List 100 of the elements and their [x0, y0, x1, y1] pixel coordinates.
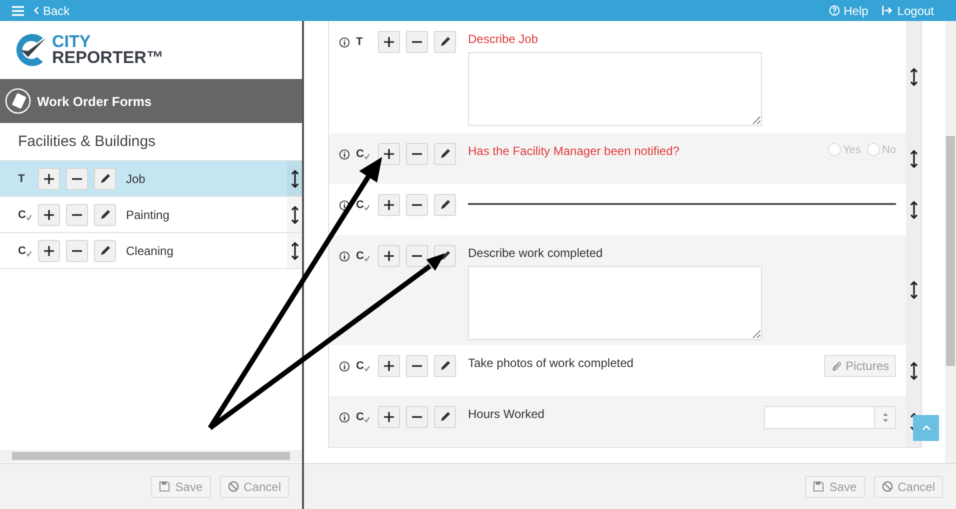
- reorder-icon[interactable]: [910, 281, 918, 299]
- logo-text: CITY: [52, 34, 92, 50]
- plus-icon: [384, 200, 394, 210]
- reorder-icon[interactable]: [290, 170, 298, 188]
- edit-button[interactable]: [434, 194, 456, 216]
- reorder-icon[interactable]: [910, 150, 918, 168]
- field-label: Describe Job: [468, 31, 538, 46]
- help-icon: [828, 5, 840, 16]
- pencil-icon: [439, 148, 451, 160]
- field-type-label: C: [18, 208, 32, 220]
- save-button[interactable]: Save: [151, 476, 211, 498]
- remove-button[interactable]: [406, 143, 428, 165]
- info-icon[interactable]: [339, 250, 350, 262]
- pencil-icon: [439, 360, 451, 372]
- info-icon[interactable]: [339, 360, 350, 372]
- field-type-label: C: [356, 360, 370, 372]
- pencil-icon: [439, 36, 451, 48]
- info-icon[interactable]: [339, 200, 350, 210]
- reorder-icon[interactable]: [910, 362, 918, 380]
- reorder-icon[interactable]: [910, 200, 918, 218]
- form-name: Painting: [126, 208, 170, 222]
- plus-icon: [384, 361, 394, 371]
- pencil-icon: [439, 199, 451, 211]
- add-button[interactable]: [38, 240, 60, 262]
- back-link[interactable]: Back: [34, 4, 70, 18]
- chevron-left-icon: [34, 6, 39, 15]
- add-button[interactable]: [38, 168, 60, 190]
- plus-icon: [384, 251, 394, 261]
- remove-button[interactable]: [406, 245, 428, 267]
- remove-button[interactable]: [406, 355, 428, 377]
- add-button[interactable]: [378, 31, 400, 53]
- plus-icon: [44, 174, 54, 184]
- edit-button[interactable]: [94, 168, 116, 190]
- field-label: Take photos of work completed: [468, 355, 634, 370]
- cancel-button[interactable]: Cancel: [874, 476, 943, 498]
- field-type-label: C: [356, 411, 370, 423]
- info-icon[interactable]: [339, 36, 350, 48]
- pencil-icon: [99, 172, 111, 184]
- pencil-icon: [439, 411, 451, 423]
- paperclip-icon: [830, 360, 842, 372]
- info-icon[interactable]: [339, 148, 350, 160]
- logout-link[interactable]: Logout: [882, 4, 934, 18]
- radio-option[interactable]: No: [866, 143, 896, 156]
- field-type-label: C: [356, 250, 370, 262]
- add-button[interactable]: [378, 245, 400, 267]
- form-row[interactable]: C Cleaning: [0, 233, 302, 269]
- edit-button[interactable]: [434, 143, 456, 165]
- pencil-icon: [439, 250, 451, 262]
- forms-icon: [5, 88, 31, 114]
- field-label: Hours Worked: [468, 406, 544, 421]
- spinner-arrows-icon: [882, 411, 888, 424]
- edit-button[interactable]: [434, 355, 456, 377]
- add-button[interactable]: [38, 204, 60, 226]
- pencil-icon: [99, 244, 111, 256]
- horizontal-scrollbar[interactable]: [0, 450, 302, 462]
- vertical-scrollbar[interactable]: [945, 21, 956, 463]
- edit-button[interactable]: [434, 31, 456, 53]
- remove-button[interactable]: [406, 406, 428, 428]
- plus-icon: [44, 210, 54, 220]
- field-type-label: C: [18, 244, 32, 256]
- reorder-icon[interactable]: [910, 68, 918, 86]
- plus-icon: [384, 412, 394, 422]
- field-label: Describe work completed: [468, 245, 603, 260]
- reorder-icon[interactable]: [290, 242, 298, 260]
- pictures-button[interactable]: Pictures: [824, 355, 896, 377]
- logo-text: REPORTER™: [52, 50, 164, 66]
- field-label: Has the Facility Manager been notified?: [468, 143, 680, 158]
- remove-button[interactable]: [406, 31, 428, 53]
- remove-button[interactable]: [66, 168, 88, 190]
- edit-button[interactable]: [94, 240, 116, 262]
- reorder-icon[interactable]: [290, 206, 298, 224]
- help-link[interactable]: Help: [828, 4, 868, 18]
- plus-icon: [384, 37, 394, 47]
- remove-button[interactable]: [66, 240, 88, 262]
- plus-icon: [44, 246, 54, 256]
- chevron-up-icon: [922, 425, 930, 431]
- add-button[interactable]: [378, 194, 400, 216]
- pencil-icon: [99, 208, 111, 220]
- edit-button[interactable]: [434, 406, 456, 428]
- save-button[interactable]: Save: [805, 476, 865, 498]
- form-row[interactable]: T Job: [0, 161, 302, 197]
- cancel-icon: [228, 481, 239, 492]
- add-button[interactable]: [378, 143, 400, 165]
- add-button[interactable]: [378, 355, 400, 377]
- remove-button[interactable]: [406, 194, 428, 216]
- menu-icon[interactable]: [12, 6, 24, 16]
- edit-button[interactable]: [94, 204, 116, 226]
- plus-icon: [384, 149, 394, 159]
- radio-option[interactable]: Yes: [828, 143, 861, 156]
- remove-button[interactable]: [66, 204, 88, 226]
- field-type-label: T: [18, 172, 26, 184]
- cancel-button[interactable]: Cancel: [220, 476, 289, 498]
- add-button[interactable]: [378, 406, 400, 428]
- field-type-label: T: [356, 36, 364, 48]
- form-name: Job: [126, 172, 146, 186]
- form-row[interactable]: C Painting: [0, 197, 302, 233]
- section-title: Work Order Forms: [37, 94, 152, 108]
- logout-icon: [882, 5, 894, 16]
- number-field[interactable]: [764, 406, 896, 429]
- info-icon[interactable]: [339, 412, 350, 422]
